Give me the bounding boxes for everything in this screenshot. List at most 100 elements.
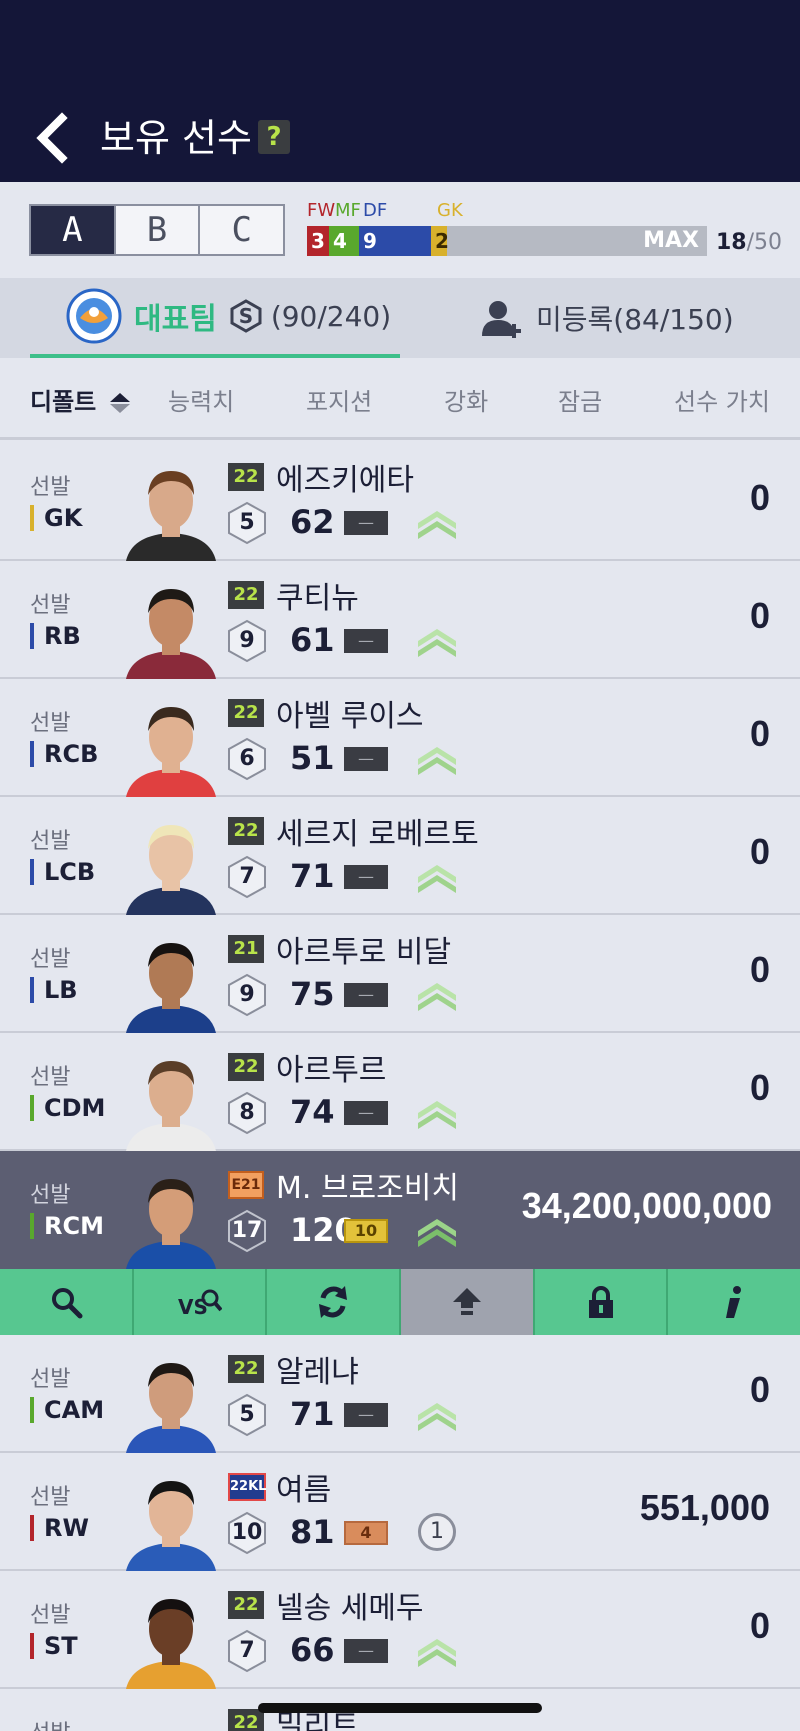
pay-value: 17 (231, 1218, 263, 1243)
player-avatar (126, 471, 216, 561)
player-row[interactable]: 선발 RCB 22 아벨 루이스 6 51 — 0 (0, 679, 800, 797)
chevron-up-icon (418, 865, 456, 893)
overall-rating: 66 (290, 1631, 335, 1669)
player-row[interactable]: 선발 GK 22 에즈키에타 5 62 — 0 (0, 443, 800, 561)
lock-icon (588, 1286, 613, 1318)
unregistered-label: 미등록(84/150) (536, 303, 734, 336)
overall-rating: 81 (290, 1513, 335, 1551)
player-value: 0 (749, 595, 770, 636)
position-label: RCB (30, 741, 98, 767)
help-button[interactable]: ? (258, 120, 290, 154)
pay-value: 9 (239, 628, 255, 653)
versus-button[interactable]: VS (134, 1269, 268, 1335)
player-value: 0 (749, 1605, 770, 1646)
enhance-badge: 10 (344, 1219, 388, 1243)
position-label: LCB (30, 859, 95, 885)
sort-default[interactable]: 디폴트 (30, 382, 131, 417)
overall-rating: 71 (290, 1395, 335, 1433)
player-name: 아벨 루이스 (276, 699, 424, 734)
season-badge: 22KL (228, 1473, 266, 1501)
overall-rating: 75 (290, 975, 335, 1013)
season-badge: 22 (228, 817, 264, 845)
max-label: MAX (643, 228, 699, 253)
sort-enhance[interactable]: 강화 (444, 382, 488, 417)
position-label: RB (30, 623, 81, 649)
squad-tab-c[interactable]: C (200, 206, 284, 254)
player-row[interactable]: 선발 CDM 22 아르투르 8 74 — 0 (0, 1033, 800, 1151)
sort-ability[interactable]: 능력치 (168, 382, 234, 417)
season-badge: 22 (228, 463, 264, 491)
player-name: M. 브로조비치 (276, 1171, 459, 1206)
pay-value: 7 (239, 864, 255, 889)
enhance-badge: — (344, 511, 388, 535)
squad-bar: A B C FW MF DF GK 3 4 9 2 MAX 18/50 (0, 182, 800, 278)
overall-rating: 62 (290, 503, 335, 541)
player-avatar (126, 589, 216, 679)
representative-label: 대표팀 (134, 302, 217, 337)
pay-value: 10 (231, 1520, 263, 1545)
player-value: 0 (749, 949, 770, 990)
lock-button[interactable] (535, 1269, 669, 1335)
overall-rating: 61 (290, 621, 335, 659)
info-icon (726, 1286, 742, 1318)
player-row[interactable]: 선발 CAM 22 알레냐 5 71 — 0 (0, 1335, 800, 1453)
starter-label: 선발 (30, 947, 71, 972)
player-value: 0 (749, 1067, 770, 1108)
team-tabs: 대표팀 S (90/240) 미등록(84/150) (0, 278, 800, 358)
enhance-badge: — (344, 983, 388, 1007)
season-badge: 21 (228, 935, 264, 963)
df-count: 9 (359, 226, 431, 256)
swap-icon (319, 1286, 348, 1318)
pay-value: 8 (239, 1100, 255, 1125)
position-labels: FW MF DF GK (307, 200, 507, 221)
player-name: 여름 (276, 1473, 332, 1508)
upload-button[interactable] (401, 1269, 535, 1335)
gk-count: 2 (431, 226, 449, 256)
back-arrow-icon[interactable] (30, 110, 80, 166)
fw-count: 3 (307, 226, 329, 256)
position-label: GK (30, 505, 82, 531)
s-badge-icon: S (230, 299, 262, 333)
tab-representative-team[interactable]: 대표팀 S (90/240) (30, 278, 400, 358)
pay-value: 6 (239, 746, 255, 771)
player-row[interactable]: 선발 ST 22 넬송 세메두 7 66 — 0 (0, 1571, 800, 1689)
player-row[interactable]: 선발 RB 22 쿠티뉴 9 61 — 0 (0, 561, 800, 679)
overall-rating: 51 (290, 739, 335, 777)
sort-position[interactable]: 포지션 (306, 382, 372, 417)
sort-bar: 디폴트 능력치 포지션 강화 잠금 선수 가치 (0, 358, 800, 440)
sort-value[interactable]: 선수 가치 (674, 382, 770, 417)
player-row[interactable]: 선발 RCM E21 M. 브로조비치 17 120 10 34,200,000,000 (0, 1151, 800, 1269)
swap-button[interactable] (267, 1269, 402, 1335)
tab-unregistered[interactable]: 미등록(84/150) (480, 278, 780, 358)
squad-tab-b[interactable]: B (115, 206, 201, 254)
position-label: RCM (30, 1213, 104, 1239)
enhance-badge: — (344, 747, 388, 771)
player-value: 0 (749, 1369, 770, 1410)
player-row[interactable]: 선발 LB 21 아르투로 비달 9 75 — 0 (0, 915, 800, 1033)
player-row[interactable]: 선발 RW 22KL 여름 10 81 4 1 551,000 (0, 1453, 800, 1571)
sort-lock[interactable]: 잠금 (558, 382, 602, 417)
squad-tabs: A B C (29, 204, 285, 256)
squad-tab-a[interactable]: A (31, 206, 116, 254)
versus-icon: VS (178, 1289, 222, 1319)
enhance-badge: — (344, 865, 388, 889)
info-button[interactable] (668, 1269, 800, 1335)
position-label: RW (30, 1515, 89, 1541)
enhance-badge: 4 (344, 1521, 388, 1545)
enhance-badge: — (344, 1403, 388, 1427)
search-button[interactable] (0, 1269, 134, 1335)
season-badge: 22 (228, 1355, 264, 1383)
enhance-badge: — (344, 1101, 388, 1125)
header-bar: 보유 선수 ? (0, 0, 800, 182)
label-fw: FW (307, 200, 336, 221)
player-value: 0 (749, 713, 770, 754)
chevron-up-icon (418, 1639, 456, 1667)
season-badge: 22 (228, 1053, 264, 1081)
player-row[interactable]: 선발 LCB 22 세르지 로베르토 7 71 — 0 (0, 797, 800, 915)
club-logo-icon (66, 288, 122, 344)
season-badge: 22 (228, 581, 264, 609)
player-value: 34,200,000,000 (521, 1185, 772, 1226)
player-name: 아르투로 비달 (276, 935, 452, 970)
player-avatar (126, 1061, 216, 1151)
player-name: 쿠티뉴 (276, 581, 359, 616)
